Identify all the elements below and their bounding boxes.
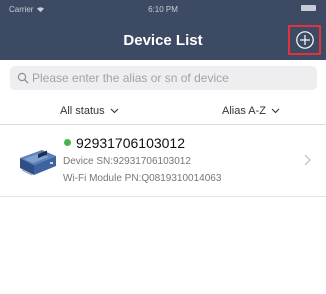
search-box[interactable] (10, 66, 317, 90)
status-filter-dropdown[interactable]: All status (60, 105, 119, 117)
page-title: Device List (123, 32, 203, 49)
battery-icon (301, 5, 316, 11)
sort-dropdown[interactable]: Alias A-Z (222, 105, 280, 117)
chevron-down-icon (271, 108, 280, 114)
device-sn: Device SN:92931706103012 (63, 156, 191, 167)
clock: 6:10 PM (148, 5, 178, 14)
add-device-button[interactable] (288, 25, 321, 55)
wifi-module-pn: Wi-Fi Module PN:Q0819310014063 (63, 173, 222, 184)
sort-label: Alias A-Z (222, 105, 267, 117)
chevron-down-icon (110, 108, 119, 114)
device-alias: 92931706103012 (76, 135, 186, 151)
plus-circle-icon (295, 31, 314, 49)
chevron-right-icon (304, 154, 311, 166)
inverter-device-image (20, 150, 56, 176)
online-status-dot (64, 139, 71, 146)
status-filter-label: All status (60, 105, 105, 117)
filter-bar: All status Alias A-Z (0, 98, 326, 125)
search-input[interactable] (32, 67, 312, 89)
status-bar: Carrier 6:10 PM (0, 0, 326, 18)
search-bar (0, 60, 326, 96)
device-list-item[interactable]: 92931706103012 Device SN:92931706103012 … (0, 128, 326, 197)
header-bar: Carrier 6:10 PM Device List (0, 0, 326, 60)
search-icon (17, 72, 29, 84)
